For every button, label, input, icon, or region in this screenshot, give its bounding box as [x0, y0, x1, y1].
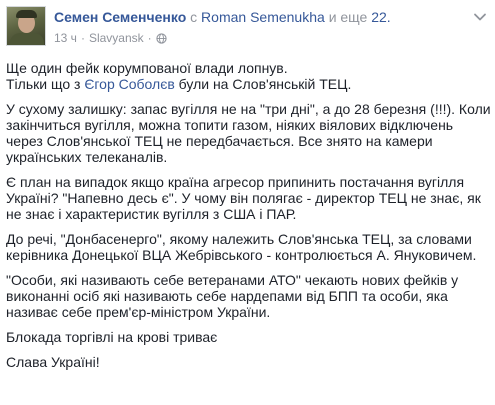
post-timestamp[interactable]: 13 ч	[54, 30, 77, 46]
post-header: Семен Семенченко с Roman Semenukha и еще…	[6, 6, 491, 50]
post-body: Ще один фейк корумпованої влади лопнув. …	[6, 60, 491, 379]
avatar[interactable]	[6, 6, 46, 46]
paragraph-4: До речі, "Донбасенерго", якому належить …	[6, 231, 477, 263]
others-count-link[interactable]: 22.	[371, 9, 390, 25]
paragraph-6: Блокада торгівлі на крові триває	[6, 329, 218, 345]
meta-separator: ·	[80, 31, 85, 45]
meta-separator-2: ·	[147, 31, 152, 45]
post-location-link[interactable]: Slavyansk	[89, 30, 144, 46]
post-byline: Семен Семенченко с Roman Semenukha и еще…	[54, 8, 391, 26]
with-word: с	[190, 9, 198, 25]
and-more-word: и еще	[328, 9, 368, 25]
chevron-down-icon[interactable]	[473, 10, 487, 24]
mention-link[interactable]: Єгор Соболєв	[84, 76, 174, 92]
paragraph-1: Ще один фейк корумпованої влади лопнув. …	[6, 60, 491, 92]
paragraph-7: Слава Україні!	[6, 354, 100, 370]
p1-line2-after: були на Слов'янській ТЕЦ.	[174, 76, 352, 92]
paragraph-5: "Особи, які називають себе ветеранами АТ…	[6, 272, 459, 320]
globe-icon[interactable]	[156, 32, 167, 44]
paragraph-3: Є план на випадок якщо країна агресор пр…	[6, 174, 481, 222]
p1-line1: Ще один фейк корумпованої влади лопнув.	[6, 60, 288, 76]
p1-line2-before: Тільки що з	[6, 76, 85, 92]
facebook-post: Семен Семенченко с Roman Semenukha и еще…	[0, 0, 495, 405]
tagged-person-link[interactable]: Roman Semenukha	[201, 9, 325, 25]
author-name-link[interactable]: Семен Семенченко	[54, 9, 186, 25]
paragraph-2: У сухому залишку: запас вугілля не на "т…	[6, 101, 491, 165]
post-meta: 13 ч · Slavyansk ·	[54, 30, 167, 46]
